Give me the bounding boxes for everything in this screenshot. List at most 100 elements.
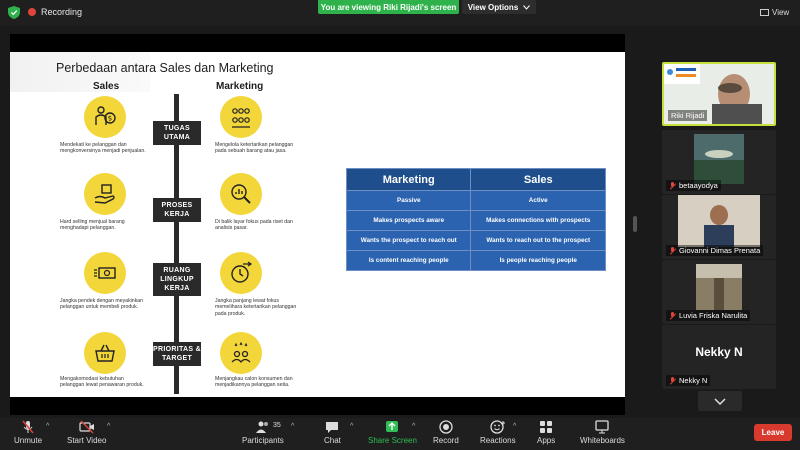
view-options-label: View Options [467, 2, 519, 12]
zoom-meeting-window: Recording You are viewing Riki Rijadi's … [0, 0, 800, 450]
cash-icon [84, 252, 126, 294]
sales-header: Sales [93, 81, 120, 92]
top-bar: Recording You are viewing Riki Rijadi's … [0, 0, 800, 26]
reactions-label: Reactions [480, 436, 516, 445]
view-options-button[interactable]: View Options [462, 0, 536, 14]
mic-off-icon [22, 420, 34, 434]
share-screen-icon [386, 421, 399, 432]
marketing-desc-3: Jangka panjang lewat fokus memelihara ke… [215, 298, 297, 317]
sales-desc-1: Mendekati ke pelanggan dan mengkonversin… [60, 142, 146, 155]
tag-ruang-lingkup-kerja: RUANG LINGKUP KERJA [153, 263, 201, 296]
participants-icon [255, 421, 268, 433]
participant-name: Nekky N [679, 376, 708, 385]
participant-name: Riki Rijadi [671, 111, 705, 120]
chat-icon [326, 422, 339, 433]
leave-button[interactable]: Leave [754, 424, 792, 441]
participant-name: betaayodya [679, 181, 718, 190]
chat-label: Chat [324, 436, 341, 445]
reactions-button[interactable]: Reactions [480, 420, 516, 445]
apps-icon [540, 421, 553, 433]
reactions-options-caret[interactable]: ^ [513, 423, 516, 430]
table-cell: Active [470, 190, 606, 211]
table-row: Is content reaching people Is people rea… [345, 250, 606, 271]
share-screen-button[interactable]: Share Screen [368, 420, 417, 445]
video-options-caret[interactable]: ^ [107, 423, 110, 430]
table-row: Makes prospects aware Makes connections … [345, 210, 606, 231]
chat-button[interactable]: Chat [324, 420, 341, 445]
share-options-caret[interactable]: ^ [412, 423, 415, 430]
sales-desc-4: Mengakomodasi kebutuhan pelanggan lewat … [60, 376, 144, 389]
participant-tile-riki-rijadi[interactable]: Riki Rijadi [662, 62, 776, 126]
unmute-label: Unmute [14, 436, 43, 445]
table-cell: Wants the prospect to reach out [345, 230, 472, 251]
participant-name-tag: Giovanni Dimas Prenata [666, 245, 764, 256]
panel-resize-handle[interactable] [633, 216, 637, 232]
participant-tile-giovanni[interactable]: Giovanni Dimas Prenata [662, 195, 776, 259]
whiteboard-icon [595, 420, 610, 434]
apps-label: Apps [537, 436, 556, 445]
table-cell: Is content reaching people [345, 250, 472, 271]
marketing-desc-4: Menjangkau calon konsumen dan menjadikan… [215, 376, 293, 389]
apps-button[interactable]: Apps [537, 420, 555, 445]
whiteboards-label: Whiteboards [580, 436, 625, 445]
participants-options-caret[interactable]: ^ [291, 423, 294, 430]
svg-text:$: $ [108, 115, 112, 123]
recording-label: Recording [41, 7, 83, 17]
mic-muted-icon [669, 376, 676, 385]
video-off-icon [79, 420, 94, 434]
participant-name: Luvia Friska Narulita [679, 311, 748, 320]
tag-prioritas-target: PRIORITAS & TARGET [153, 342, 201, 366]
marketing-header: Marketing [216, 81, 264, 92]
tag-proses-kerja: PROSES KERJA [153, 198, 201, 222]
audio-options-caret[interactable]: ^ [46, 423, 49, 430]
participant-name-tag: Riki Rijadi [668, 110, 708, 121]
mic-muted-icon [669, 311, 676, 320]
sales-desc-3: Jangka pendek dengan meyakinkan pelangga… [60, 298, 144, 311]
people-stars-icon [220, 332, 262, 374]
chevron-down-icon [714, 397, 726, 405]
reactions-icon [490, 420, 505, 434]
whiteboards-button[interactable]: Whiteboards [580, 420, 625, 445]
record-button[interactable]: Record [433, 420, 459, 445]
gallery-next-page-button[interactable] [698, 391, 742, 411]
hand-box-icon [84, 173, 126, 215]
participants-label: Participants [242, 436, 284, 445]
marketing-desc-1: Mengelola ketertarikan pelanggan pada se… [215, 142, 294, 155]
participant-tile-betaayodya[interactable]: betaayodya [662, 130, 776, 194]
participant-tile-nekky-n[interactable]: Nekky N Nekky N [662, 325, 776, 389]
mic-muted-icon [669, 181, 676, 190]
team-network-icon [220, 96, 262, 138]
table-cell: Wants to reach out to the prospect [470, 230, 606, 251]
slide-title: Perbedaan antara Sales dan Marketing [56, 61, 274, 75]
recording-indicator[interactable]: Recording [28, 7, 82, 17]
participants-count: 35 [273, 422, 281, 429]
participant-tile-luvia[interactable]: Luvia Friska Narulita [662, 260, 776, 324]
shield-icon[interactable] [8, 6, 20, 19]
participant-name-tag: Nekky N [666, 375, 711, 386]
sales-desc-2: Hard selling menjual barang menghadapi p… [60, 219, 125, 232]
table-row: Wants the prospect to reach out Wants to… [345, 230, 606, 251]
marketing-desc-2: Di balik layar fokus pada riset dan anal… [215, 219, 293, 232]
grid-view-icon [760, 8, 769, 16]
chevron-down-icon [523, 4, 531, 10]
presentation-slide: Perbedaan antara Sales dan Marketing Sal… [10, 52, 625, 397]
comparison-table: Marketing Sales Passive Active Makes pro… [345, 168, 606, 271]
table-cell: Makes prospects aware [345, 210, 472, 231]
table-cell: Makes connections with prospects [470, 210, 606, 231]
mic-muted-icon [669, 246, 676, 255]
record-icon [439, 420, 453, 434]
participant-name-tag: betaayodya [666, 180, 721, 191]
unmute-button[interactable]: Unmute [14, 420, 42, 445]
chat-options-caret[interactable]: ^ [350, 423, 353, 430]
table-cell: Is people reaching people [470, 250, 606, 271]
participant-avatar-text: Nekky N [695, 345, 743, 359]
start-video-button[interactable]: Start Video [67, 420, 106, 445]
participant-name: Giovanni Dimas Prenata [679, 246, 761, 255]
money-person-icon: $ [84, 96, 126, 138]
viewing-banner: You are viewing Riki Rijadi's screen [318, 0, 459, 14]
shared-screen[interactable]: Perbedaan antara Sales dan Marketing Sal… [10, 34, 625, 415]
recording-dot-icon [28, 8, 36, 16]
magnifier-chart-icon [220, 173, 262, 215]
record-label: Record [433, 436, 459, 445]
view-button[interactable]: View [760, 5, 792, 19]
